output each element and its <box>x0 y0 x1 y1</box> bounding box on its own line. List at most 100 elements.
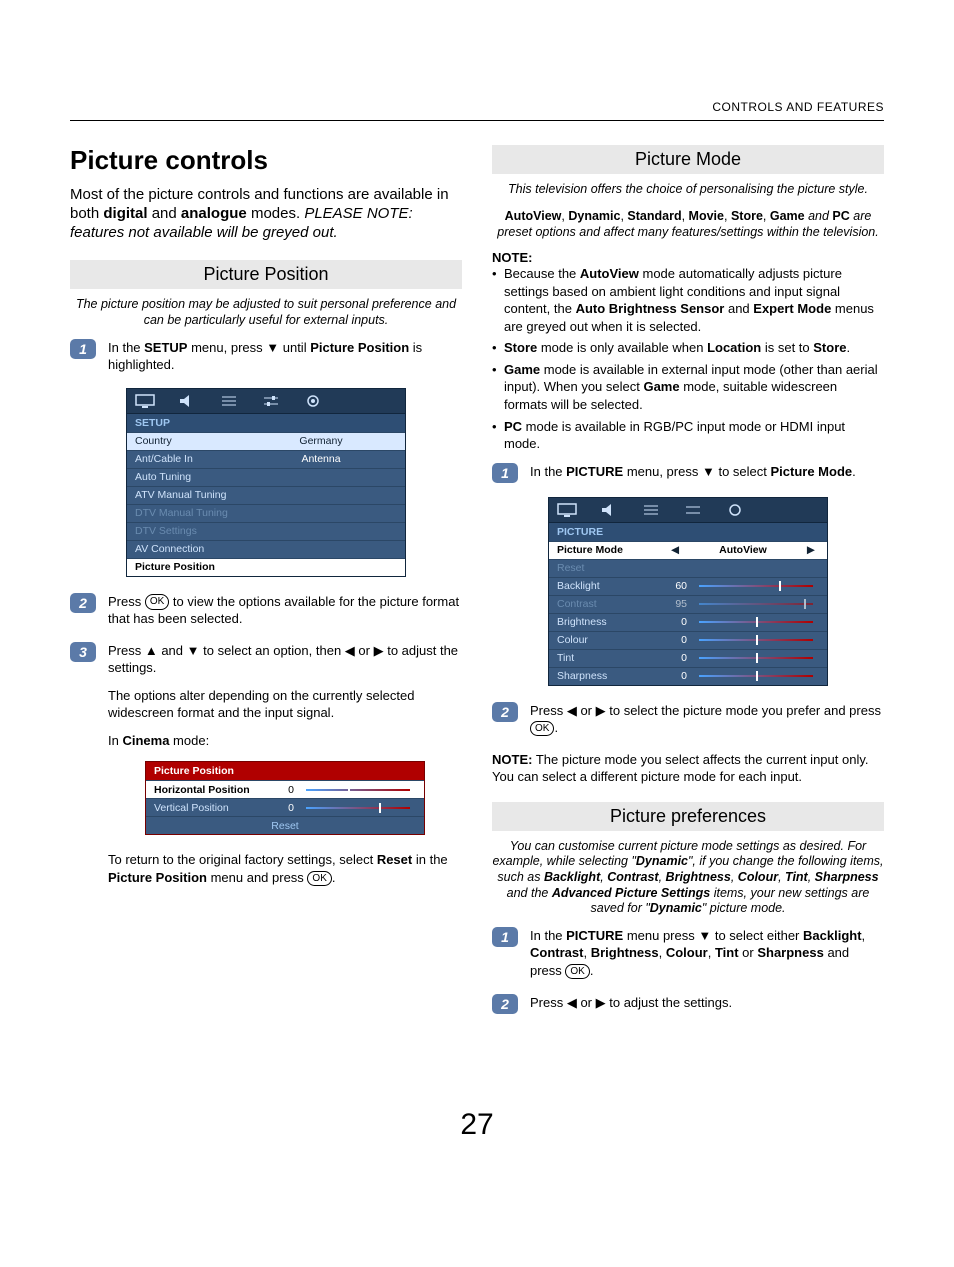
osd-row-tint: Tint0 <box>549 649 827 667</box>
label: DTV Settings <box>135 525 245 537</box>
right-arrow-icon: ▶ <box>803 544 819 556</box>
note-bullets: Because the AutoView mode automatically … <box>492 265 884 452</box>
note-label: NOTE: <box>492 250 884 265</box>
label: Colour <box>557 634 667 646</box>
slider <box>306 807 410 809</box>
text: Movie <box>689 209 724 223</box>
text: to select an option, then <box>200 643 345 658</box>
label: Vertical Position <box>154 801 274 815</box>
bullet-store: Store mode is only available when Locati… <box>492 339 884 357</box>
label: Sharpness <box>557 670 667 682</box>
bullet-game: Game mode is available in external input… <box>492 361 884 414</box>
value: Germany <box>245 435 397 447</box>
text: and <box>148 205 181 222</box>
osd-row-colour: Colour0 <box>549 631 827 649</box>
text: or <box>355 643 374 658</box>
text: and <box>805 209 833 223</box>
prefs-step-2: 2 Press ◀ or ▶ to adjust the settings. <box>492 994 884 1014</box>
step-number-badge: 2 <box>70 593 96 613</box>
text: Picture Mode <box>770 464 852 479</box>
text: Picture Position <box>310 340 409 355</box>
pp-row-vertical: Vertical Position 0 <box>146 798 424 816</box>
text: Press <box>530 703 567 718</box>
slider <box>699 603 813 605</box>
text: modes. <box>247 205 305 222</box>
text: Brightness <box>591 945 659 960</box>
gear-icon <box>301 393 325 409</box>
step-1: 1 In the SETUP menu, press ▼ until Pictu… <box>70 339 462 374</box>
slider <box>306 789 410 791</box>
step-body: Press OK to view the options available f… <box>108 593 462 628</box>
osd-row-contrast: Contrast95 <box>549 595 827 613</box>
text: to select the picture mode you prefer an… <box>606 703 881 718</box>
text: until <box>279 340 310 355</box>
text: Backlight <box>803 928 862 943</box>
step-number-badge: 1 <box>492 463 518 483</box>
label: Backlight <box>557 580 667 592</box>
picture-osd-menu: PICTURE Picture Mode ◀ AutoView ▶ Reset … <box>548 497 828 686</box>
step-number-badge: 1 <box>492 927 518 947</box>
value: AutoView <box>683 544 803 556</box>
text: Contrast <box>530 945 583 960</box>
ok-button-icon: OK <box>565 964 589 980</box>
osd-menu-title: PICTURE <box>549 523 827 541</box>
osd-row-atv: ATV Manual Tuning <box>127 486 405 504</box>
two-column-layout: Picture controls Most of the picture con… <box>70 145 884 1028</box>
right-arrow-icon: ▶ <box>374 642 384 660</box>
prefs-step-1: 1 In the PICTURE menu press ▼ to select … <box>492 927 884 980</box>
ok-button-icon: OK <box>145 594 169 610</box>
picture-prefs-blurb: You can customise current picture mode s… <box>492 839 884 917</box>
label: AV Connection <box>135 543 245 555</box>
sliders-icon <box>681 502 705 518</box>
value: 0 <box>274 783 300 797</box>
value: 0 <box>667 616 693 628</box>
text: to select <box>715 464 771 479</box>
label: Picture Position <box>154 764 234 778</box>
text: or <box>577 995 596 1010</box>
value: 0 <box>667 652 693 664</box>
up-arrow-icon: ▲ <box>145 642 158 660</box>
label: Ant/Cable In <box>135 453 245 465</box>
gear-icon <box>723 502 747 518</box>
pp-row-horizontal: Horizontal Position 0 <box>146 780 424 798</box>
pp-row-reset: Reset <box>146 816 424 834</box>
label: DTV Manual Tuning <box>135 507 245 519</box>
step-body: Press ◀ or ▶ to select the picture mode … <box>530 702 884 737</box>
label: Reset <box>557 562 667 574</box>
slider-knob <box>756 653 758 663</box>
step-number-badge: 3 <box>70 642 96 662</box>
step-body: In the SETUP menu, press ▼ until Picture… <box>108 339 462 374</box>
speaker-icon <box>175 393 199 409</box>
slider <box>699 585 813 587</box>
step-body: In the PICTURE menu press ▼ to select ei… <box>530 927 884 980</box>
osd-tab-row <box>549 498 827 523</box>
osd-menu-title: SETUP <box>127 414 405 432</box>
text: menu, press <box>187 340 266 355</box>
slider-knob <box>779 581 781 591</box>
mode-step-2: 2 Press ◀ or ▶ to select the picture mod… <box>492 702 884 737</box>
text: Press <box>530 995 567 1010</box>
monitor-icon <box>133 393 157 409</box>
list-icon <box>217 393 241 409</box>
intro-paragraph: Most of the picture controls and functio… <box>70 186 462 242</box>
text: Tint <box>715 945 739 960</box>
speaker-icon <box>597 502 621 518</box>
text: In the <box>530 464 566 479</box>
osd-row-avconn: AV Connection <box>127 540 405 558</box>
slider <box>699 621 813 623</box>
text: Standard <box>627 209 681 223</box>
text: menu, press <box>623 464 702 479</box>
slider <box>699 675 813 677</box>
osd-row-autotuning: Auto Tuning <box>127 468 405 486</box>
text: SETUP <box>144 340 187 355</box>
list-icon <box>639 502 663 518</box>
text: Press <box>108 643 145 658</box>
text: menu and press <box>207 870 307 885</box>
label: ATV Manual Tuning <box>135 489 245 501</box>
text: to select either <box>711 928 803 943</box>
sliders-icon <box>259 393 283 409</box>
text: digital <box>103 205 147 222</box>
down-arrow-icon: ▼ <box>266 339 279 357</box>
label: Horizontal Position <box>154 783 274 797</box>
down-arrow-icon: ▼ <box>187 642 200 660</box>
